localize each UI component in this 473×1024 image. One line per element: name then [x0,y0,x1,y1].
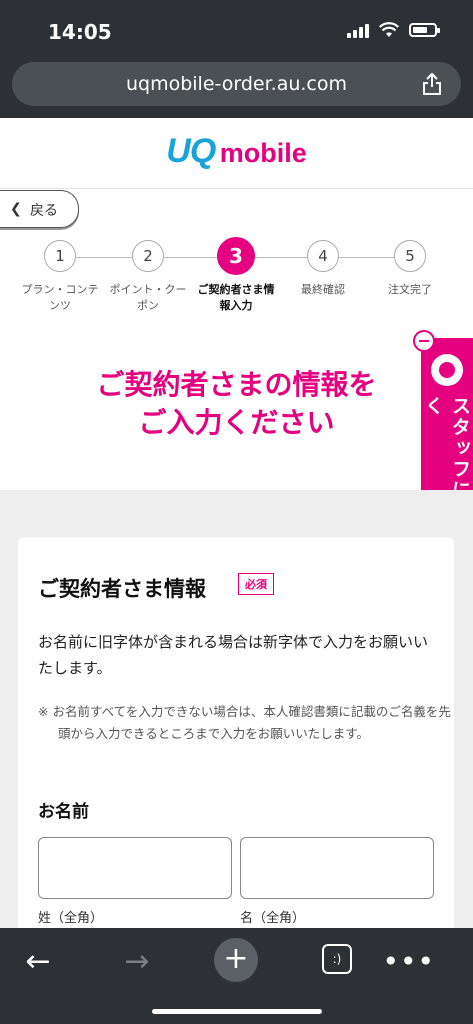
required-badge: 必須 [238,573,274,595]
url-text: uqmobile-order.au.com [125,73,347,95]
home-indicator [152,1009,322,1014]
last-name-caption: 姓（全角） [38,911,104,926]
last-name-input[interactable] [38,837,232,899]
status-icons [347,22,440,38]
staff-avatar-icon [431,354,463,386]
first-name-input[interactable] [240,837,434,899]
new-tab-icon[interactable]: + [214,938,258,982]
back-label: 戻る [30,203,58,219]
step-1: 1 プラン・コンテンツ [17,240,103,314]
first-name-caption: 名（全角） [240,911,306,926]
step-4: 4 最終確認 [280,240,366,298]
step-2: 2 ポイント・クーポン [105,240,191,314]
step-3: 3 ご契約者さま情報入力 [193,237,279,314]
progress-steps: 1 プラン・コンテンツ 2 ポイント・クーポン 3 ご契約者さま情報入力 4 最… [0,237,473,330]
step-5: 5 注文完了 [367,240,453,298]
battery-icon [409,23,440,37]
browser-top-bar: 14:05 uqmobile-order.au.com [0,0,473,118]
more-icon[interactable]: ••• [382,942,435,982]
site-header: UQ mobile [0,118,473,189]
status-time: 14:05 [48,20,112,44]
wifi-icon [379,22,399,37]
cellular-signal-icon [347,22,369,38]
section-title: ご契約者さま情報 [38,577,206,601]
share-icon[interactable] [421,72,443,96]
address-bar[interactable]: uqmobile-order.au.com [12,62,461,106]
browser-toolbar: ← → + :) ••• [0,928,473,1024]
uq-mobile-logo[interactable]: UQ mobile [0,132,473,171]
tabs-icon[interactable]: :) [322,944,352,974]
forward-arrow-icon[interactable]: → [115,942,159,982]
section-note: ※ お名前すべてを入力できない場合は、本人確認書類に記載のご名義を先頭から入力で… [38,704,451,741]
contract-holder-card: ご契約者さま情報 必須 お名前に旧字体が含まれる場合は新字体で入力をお願いいたし… [18,537,454,937]
section-description: お名前に旧字体が含まれる場合は新字体で入力をお願いいたします。 [38,633,429,677]
name-label: お名前 [38,802,89,822]
back-arrow-icon[interactable]: ← [16,942,60,982]
back-button[interactable]: ❮ 戻る [0,190,79,228]
minimize-icon[interactable] [413,330,435,352]
chevron-left-icon: ❮ [10,201,22,217]
page-title: ご契約者さまの情報を ご入力ください [96,368,377,439]
